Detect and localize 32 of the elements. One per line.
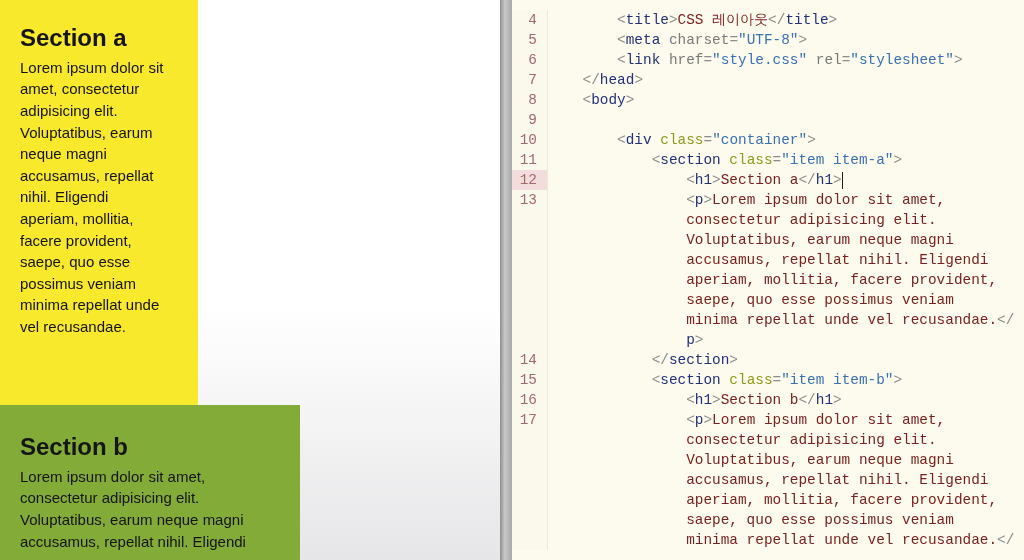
code-line: saepe, quo esse possimus veniam <box>685 291 954 310</box>
code-line: <link href="style.css" rel="stylesheet"> <box>616 51 963 70</box>
code-line: <title>CSS 레이아웃</title> <box>616 11 838 30</box>
code-line: aperiam, mollitia, facere provident, <box>685 271 998 290</box>
code-line: <h1>Section b</h1> <box>685 391 842 410</box>
code-line: <body> <box>581 91 635 110</box>
line-number: 12 <box>512 170 548 190</box>
code-line: accusamus, repellat nihil. Eligendi <box>685 251 989 270</box>
code-line: minima repellat unde vel recusandae.</ <box>685 311 1015 330</box>
code-line: accusamus, repellat nihil. Eligendi <box>685 471 989 490</box>
code-line: minima repellat unde vel recusandae.</ <box>685 531 1015 550</box>
section-heading: Section b <box>20 433 129 462</box>
code-line: p> <box>685 331 704 350</box>
code-line: aperiam, mollitia, facere provident, <box>685 491 998 510</box>
code-line: <p>Lorem ipsum dolor sit amet, <box>685 191 946 210</box>
code-line: <h1>Section a</h1> <box>685 170 843 190</box>
section-text: Lorem ipsum dolor sit amet, consectetur adipisicing elit. Voluptatibus, earum neque magni accusamus, repellat nihil. Eligendi aperiam, mollitia, facere provident, saepe, quo esse possimus veniam minima repellat unde vel recusandae. <box>20 57 164 337</box>
code-line: saepe, quo esse possimus veniam <box>685 511 954 530</box>
text-cursor <box>841 171 843 189</box>
code-line: </head> <box>581 71 643 90</box>
code-line: <section class="item item-a"> <box>650 151 903 170</box>
code-line: </section> <box>650 351 738 370</box>
code-line: <meta charset="UTF-8"> <box>616 31 808 50</box>
section-text: Lorem ipsum dolor sit amet, consectetur adipisicing elit. Voluptatibus, earum neque magni accusamus, repellat nihil. Eligendi <box>20 466 247 552</box>
code-line: consectetur adipisicing elit. <box>685 211 937 230</box>
code-line: <div class="container"> <box>616 131 816 150</box>
code-line: Voluptatibus, earum neque magni <box>685 451 954 470</box>
section-heading: Section a <box>20 24 128 53</box>
code-line: consectetur adipisicing elit. <box>685 431 937 450</box>
code-line: <p>Lorem ipsum dolor sit amet, <box>685 411 946 430</box>
code-line: Voluptatibus, earum neque magni <box>685 231 954 250</box>
code-line: <section class="item item-b"> <box>650 371 903 390</box>
